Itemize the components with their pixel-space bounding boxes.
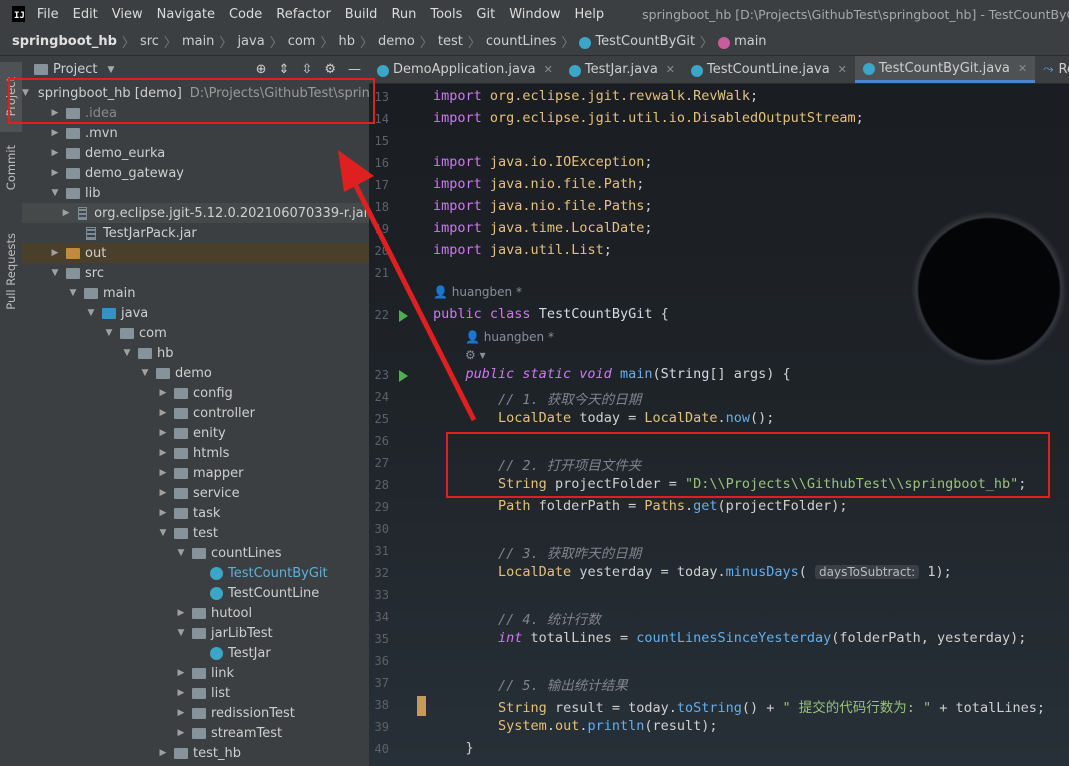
annotation-arrow-icon: [338, 150, 477, 422]
annotation-arrow-line: [349, 176, 477, 422]
